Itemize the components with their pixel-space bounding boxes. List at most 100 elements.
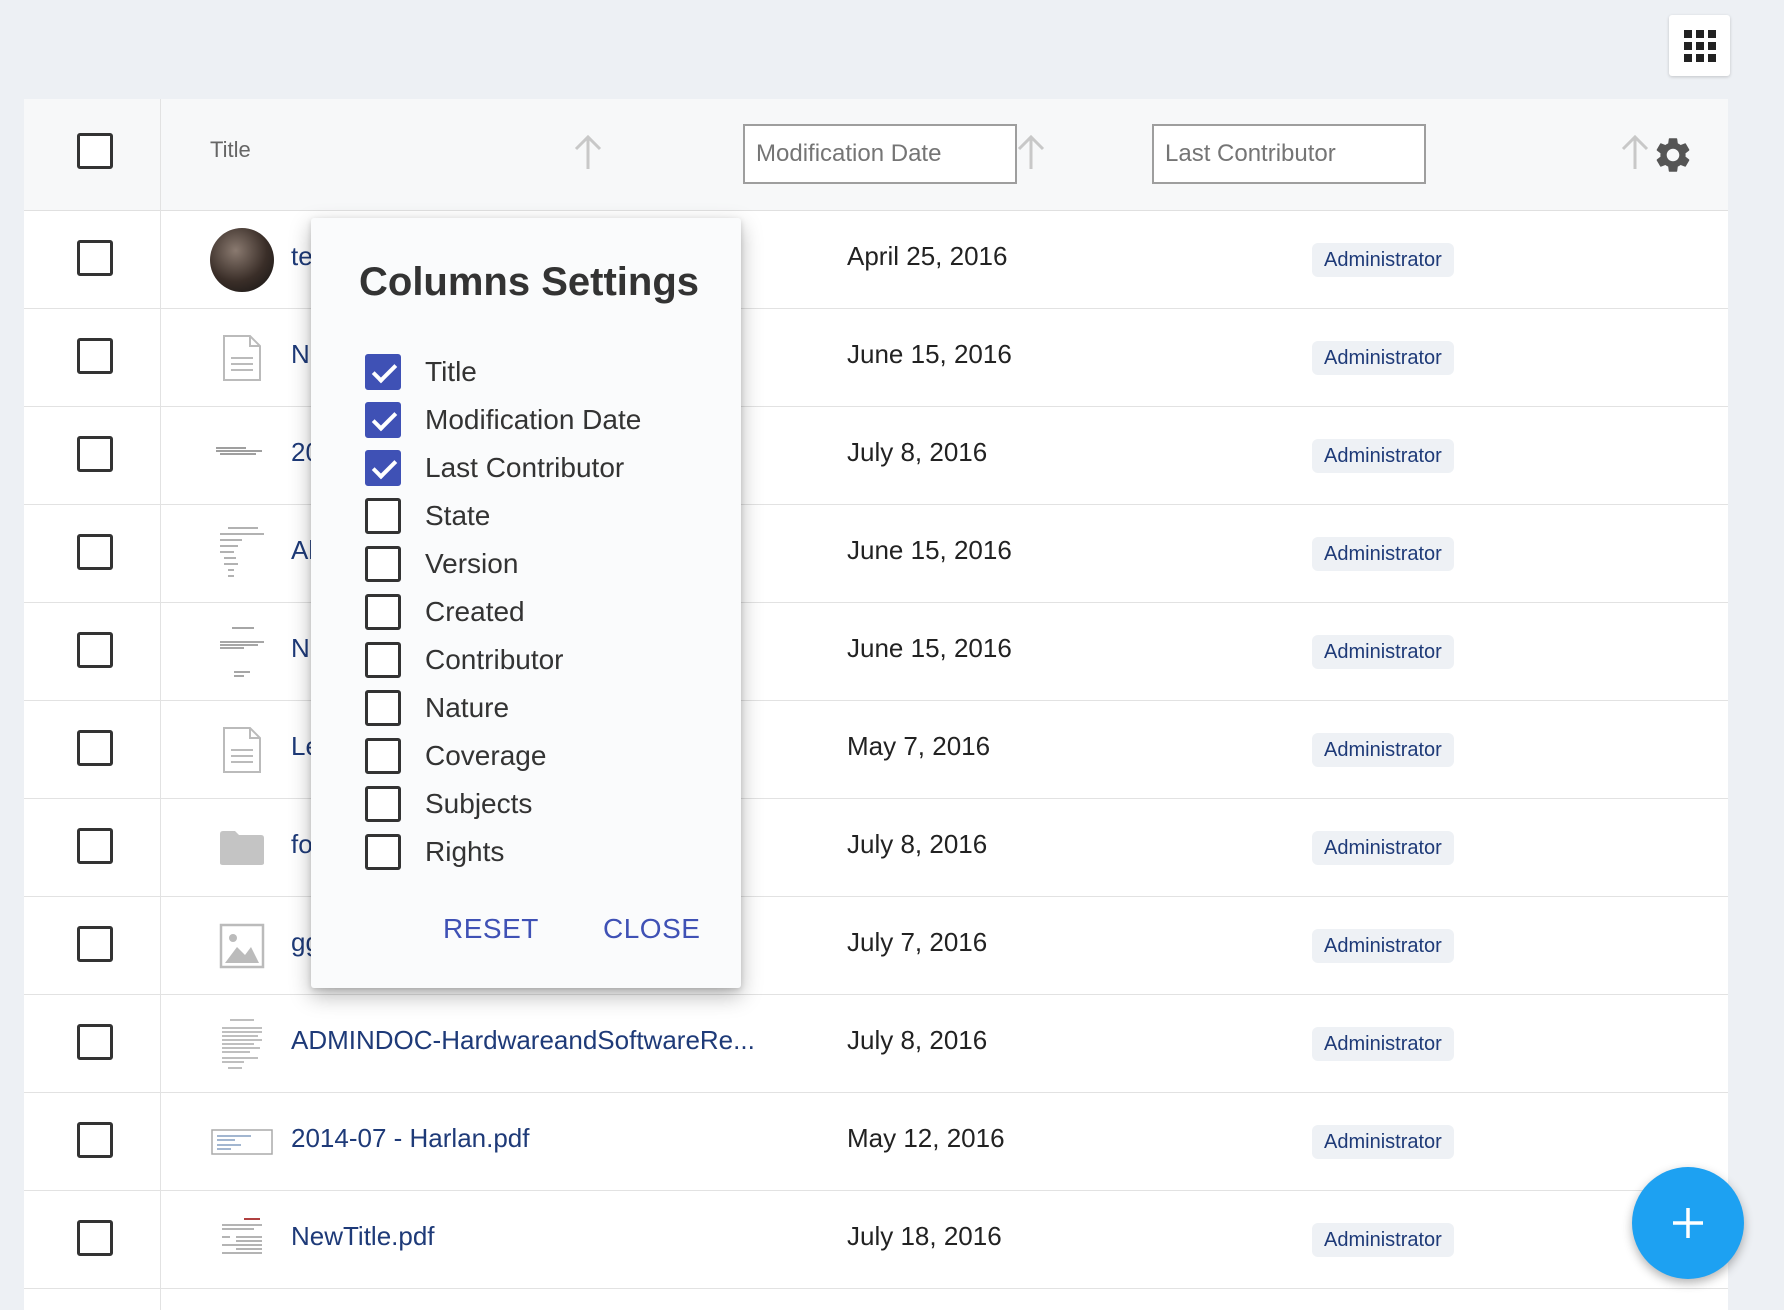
table-row[interactable]: Le May 7, 2016 Administrator [24,701,1728,799]
document-title-link[interactable]: fo [291,829,313,860]
column-option-last-contributor[interactable]: Last Contributor [365,448,624,488]
column-divider [160,99,161,1310]
checkbox[interactable] [365,594,401,630]
option-label: Coverage [425,740,547,771]
table-row[interactable]: N June 15, 2016 Administrator [24,309,1728,407]
row-checkbox[interactable] [77,1024,113,1060]
modification-date: July 8, 2016 [847,437,988,467]
document-title-link[interactable]: te [291,241,313,272]
modification-date: June 15, 2016 [847,535,1012,565]
row-checkbox[interactable] [77,436,113,472]
option-label: Subjects [425,788,533,819]
sort-title-arrow-icon[interactable] [570,133,606,173]
contributor-badge[interactable]: Administrator [1312,341,1454,375]
checkbox[interactable] [365,690,401,726]
add-document-button[interactable] [1632,1167,1744,1279]
note-icon [210,718,274,782]
column-option-nature[interactable]: Nature [365,688,509,728]
contributor-badge[interactable]: Administrator [1312,537,1454,571]
document-title-link[interactable]: N [291,339,310,370]
modification-date: June 15, 2016 [847,633,1012,663]
gear-icon[interactable] [1652,134,1694,176]
table-row[interactable]: te April 25, 2016 Administrator [24,211,1728,309]
checkbox[interactable] [365,450,401,486]
table-row[interactable]: N June 15, 2016 Administrator [24,603,1728,701]
column-option-version[interactable]: Version [365,544,518,584]
document-thumbnail-icon [210,1012,274,1076]
option-label: Version [425,548,519,579]
row-checkbox[interactable] [77,338,113,374]
table-row[interactable]: ADMINDOC-HardwareandSoftwareRe... July 8… [24,995,1728,1093]
table-row[interactable]: NewTitle.pdf July 18, 2016 Administrator [24,1191,1728,1289]
checkbox[interactable] [365,498,401,534]
option-label: Last Contributor [425,452,625,483]
column-option-state[interactable]: State [365,496,490,536]
row-checkbox[interactable] [77,1220,113,1256]
select-all-checkbox[interactable] [77,133,113,169]
modification-date: July 7, 2016 [847,927,988,957]
column-option-title[interactable]: Title [365,352,477,392]
contributor-badge[interactable]: Administrator [1312,439,1454,473]
option-label: Nature [425,692,510,723]
document-thumbnail-icon [210,1208,274,1272]
row-checkbox[interactable] [77,1122,113,1158]
table-row[interactable]: Al June 15, 2016 Administrator [24,505,1728,603]
title-column-header[interactable]: Title [210,137,251,163]
document-thumbnail-icon [210,424,274,488]
contributor-badge[interactable]: Administrator [1312,831,1454,865]
last-contributor-filter-input[interactable] [1152,124,1426,184]
close-button[interactable]: CLOSE [603,913,700,945]
modification-date: July 8, 2016 [847,829,988,859]
row-checkbox[interactable] [77,240,113,276]
checkbox[interactable] [365,834,401,870]
option-label: Title [425,356,477,387]
checkbox[interactable] [365,546,401,582]
modification-date-filter-input[interactable] [743,124,1017,184]
column-option-modification-date[interactable]: Modification Date [365,400,641,440]
table-row[interactable]: fo July 8, 2016 Administrator [24,799,1728,897]
row-checkbox[interactable] [77,632,113,668]
pdf-thumbnail-icon [210,1110,274,1174]
document-title-link[interactable]: N [291,633,310,664]
table-row[interactable]: gg July 7, 2016 Administrator [24,897,1728,995]
column-option-subjects[interactable]: Subjects [365,784,532,824]
apps-grid-button[interactable] [1669,15,1730,76]
contributor-badge[interactable]: Administrator [1312,733,1454,767]
contributor-badge[interactable]: Administrator [1312,929,1454,963]
table-row[interactable]: 20 July 8, 2016 Administrator [24,407,1728,505]
checkbox[interactable] [365,786,401,822]
table-header: Title [24,99,1728,211]
contributor-badge[interactable]: Administrator [1312,635,1454,669]
document-title-link[interactable]: NewTitle.pdf [291,1221,435,1252]
folder-icon [210,816,274,880]
option-label: Contributor [425,644,564,675]
column-option-created[interactable]: Created [365,592,525,632]
modification-date: May 12, 2016 [847,1123,1005,1153]
contributor-badge[interactable]: Administrator [1312,1125,1454,1159]
table-row[interactable]: 2014-07 - Harlan.pdf May 12, 2016 Admini… [24,1093,1728,1191]
contributor-badge[interactable]: Administrator [1312,243,1454,277]
sort-last-contributor-arrow-icon[interactable] [1617,133,1653,173]
column-option-rights[interactable]: Rights [365,832,504,872]
option-label: State [425,500,491,531]
modification-date: June 15, 2016 [847,339,1012,369]
avatar [210,228,274,292]
contributor-badge[interactable]: Administrator [1312,1223,1454,1257]
option-label: Created [425,596,525,627]
column-option-contributor[interactable]: Contributor [365,640,564,680]
checkbox[interactable] [365,738,401,774]
sort-modification-date-arrow-icon[interactable] [1013,133,1049,173]
row-checkbox[interactable] [77,534,113,570]
option-label: Rights [425,836,505,867]
row-checkbox[interactable] [77,926,113,962]
column-option-coverage[interactable]: Coverage [365,736,546,776]
document-title-link[interactable]: ADMINDOC-HardwareandSoftwareRe... [291,1025,755,1056]
row-checkbox[interactable] [77,730,113,766]
checkbox[interactable] [365,402,401,438]
checkbox[interactable] [365,354,401,390]
checkbox[interactable] [365,642,401,678]
reset-button[interactable]: RESET [443,913,539,945]
document-title-link[interactable]: 2014-07 - Harlan.pdf [291,1123,529,1154]
contributor-badge[interactable]: Administrator [1312,1027,1454,1061]
row-checkbox[interactable] [77,828,113,864]
